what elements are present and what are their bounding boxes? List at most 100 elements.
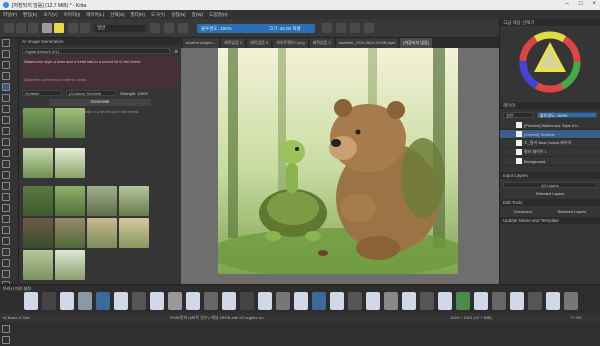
menu-filter[interactable]: 필터(R) [130, 12, 145, 18]
history-thumbnail[interactable] [23, 186, 53, 216]
close-icon[interactable]: × [592, 1, 596, 7]
tab-document[interactable]: 제목없음 3 [247, 38, 272, 48]
control-type-select[interactable]: Scribble [22, 90, 62, 96]
brush-preset[interactable] [240, 292, 254, 310]
wrap-icon[interactable] [350, 23, 360, 33]
tab-document[interactable]: 게이트웨이2.png [273, 38, 308, 48]
gradient-icon[interactable] [42, 23, 52, 33]
tab-document[interactable]: tradefair_2024-0814-01MB.bpet [335, 38, 399, 48]
history-thumbnail[interactable] [23, 108, 53, 138]
history-thumbnail[interactable] [55, 250, 85, 280]
brush-preset[interactable] [204, 292, 218, 310]
open-icon[interactable] [16, 23, 26, 33]
menu-layer[interactable]: 레이어(L) [86, 12, 104, 18]
brush-preset[interactable] [42, 292, 56, 310]
layer-row[interactable]: [Preview] Watercolor Style A b... [500, 121, 600, 130]
layer-blend-select[interactable]: 일반 [503, 112, 533, 118]
brush-preset[interactable] [348, 292, 362, 310]
select-shapes-icon[interactable] [2, 39, 10, 47]
menu-image[interactable]: 이미지(I) [64, 12, 81, 18]
model-select[interactable]: Digital Artwork (XL) [22, 48, 171, 54]
lock-icon[interactable] [178, 23, 188, 33]
inputs-select[interactable]: All Layers [503, 182, 597, 188]
prompt-textarea[interactable]: Watercolor style a bear and a turtle tal… [22, 57, 178, 73]
brush-preset[interactable] [330, 292, 344, 310]
control-mode-select[interactable]: (Custom) Scribble [66, 90, 116, 96]
history-thumbnail[interactable] [55, 108, 85, 138]
brush-preset[interactable] [60, 292, 74, 310]
minimize-icon[interactable]: – [566, 1, 569, 7]
brush-settings-icon[interactable] [80, 23, 90, 33]
brush-preset[interactable] [150, 292, 164, 310]
calligraphy-icon[interactable] [2, 72, 10, 80]
generate-button[interactable]: Generate [49, 99, 151, 106]
update-label[interactable]: Update Name and Template [500, 217, 600, 224]
eraser-icon[interactable] [150, 23, 160, 33]
pan-tool-icon[interactable] [2, 336, 10, 344]
brush-preset[interactable] [186, 292, 200, 310]
freehand-path-icon[interactable] [2, 160, 10, 168]
brush-preset[interactable] [528, 292, 542, 310]
dynamic-brush-icon[interactable] [2, 171, 10, 179]
brush-preset[interactable] [24, 292, 38, 310]
menu-window[interactable]: 창(W) [192, 12, 203, 18]
brush-preset[interactable] [96, 292, 110, 310]
brush-preset[interactable] [132, 292, 146, 310]
polygon-tool-icon[interactable] [2, 127, 10, 135]
history-thumbnail[interactable] [55, 186, 85, 216]
canvas-area[interactable] [181, 48, 499, 284]
assistant-tool-icon[interactable] [2, 259, 10, 267]
mirror-vertical-icon[interactable] [336, 23, 346, 33]
strength-value[interactable]: Strength: 100% [120, 91, 148, 96]
menu-select[interactable]: 선택(S) [110, 12, 124, 18]
fill-tool-icon[interactable] [2, 248, 10, 256]
rectangle-tool-icon[interactable] [2, 105, 10, 113]
settings-icon[interactable]: ⚙ [174, 49, 178, 54]
brush-preset[interactable] [78, 292, 92, 310]
history-thumbnail[interactable] [23, 148, 53, 178]
brush-preset[interactable] [258, 292, 272, 310]
crop-tool-icon[interactable] [2, 215, 10, 223]
brush-preset[interactable] [420, 292, 434, 310]
brush-tool-icon[interactable] [2, 83, 10, 91]
history-thumbnail[interactable] [55, 148, 85, 178]
menu-tools[interactable]: 도구(T) [151, 12, 165, 18]
canvas-only-icon[interactable] [364, 23, 374, 33]
pattern-icon[interactable] [54, 23, 64, 33]
brush-preset[interactable] [546, 292, 560, 310]
layer-opacity-slider[interactable]: 불투명도: 100% [537, 112, 597, 118]
brush-preset[interactable] [276, 292, 290, 310]
menu-edit[interactable]: 편집(E) [23, 12, 37, 18]
polyline-tool-icon[interactable] [2, 138, 10, 146]
menu-settings[interactable]: 설정(N) [171, 12, 186, 18]
layer-row[interactable]: ㅊ_원키 Bear Grand 레이어 [500, 139, 600, 148]
history-thumbnail[interactable] [55, 218, 85, 248]
color-wheel[interactable] [500, 26, 600, 96]
tab-document-active[interactable]: [저장되지 않음] [400, 38, 432, 48]
ellipse-tool-icon[interactable] [2, 116, 10, 124]
bezier-tool-icon[interactable] [2, 149, 10, 157]
history-thumbnail[interactable] [119, 218, 149, 248]
brush-preset[interactable] [402, 292, 416, 310]
document-option[interactable]: Document [514, 209, 532, 214]
artwork-image[interactable] [218, 48, 458, 274]
brush-preset[interactable] [222, 292, 236, 310]
size-slider[interactable]: 크기: 40.00 픽셀 [265, 24, 315, 33]
selected-layers-option-2[interactable]: Selected Layers [558, 209, 587, 214]
history-thumbnail[interactable] [87, 186, 117, 216]
blend-mode-select[interactable]: 일반 [95, 25, 145, 32]
history-thumbnail[interactable] [23, 250, 53, 280]
brush-preset[interactable] [510, 292, 524, 310]
brush-preset[interactable] [294, 292, 308, 310]
line-tool-icon[interactable] [2, 94, 10, 102]
brush-preset[interactable] [312, 292, 326, 310]
brush-preset[interactable] [168, 292, 182, 310]
history-thumbnail[interactable] [23, 218, 53, 248]
preserve-alpha-icon[interactable] [164, 23, 174, 33]
menu-help[interactable]: 도움말(H) [209, 12, 228, 18]
maximize-icon[interactable]: □ [579, 1, 583, 7]
tab-document[interactable]: 제목없음 2 [221, 38, 246, 48]
menu-view[interactable]: 보기(V) [43, 12, 57, 18]
layer-row[interactable]: 필터 레이어 1 [500, 148, 600, 157]
brush-preset[interactable] [456, 292, 470, 310]
